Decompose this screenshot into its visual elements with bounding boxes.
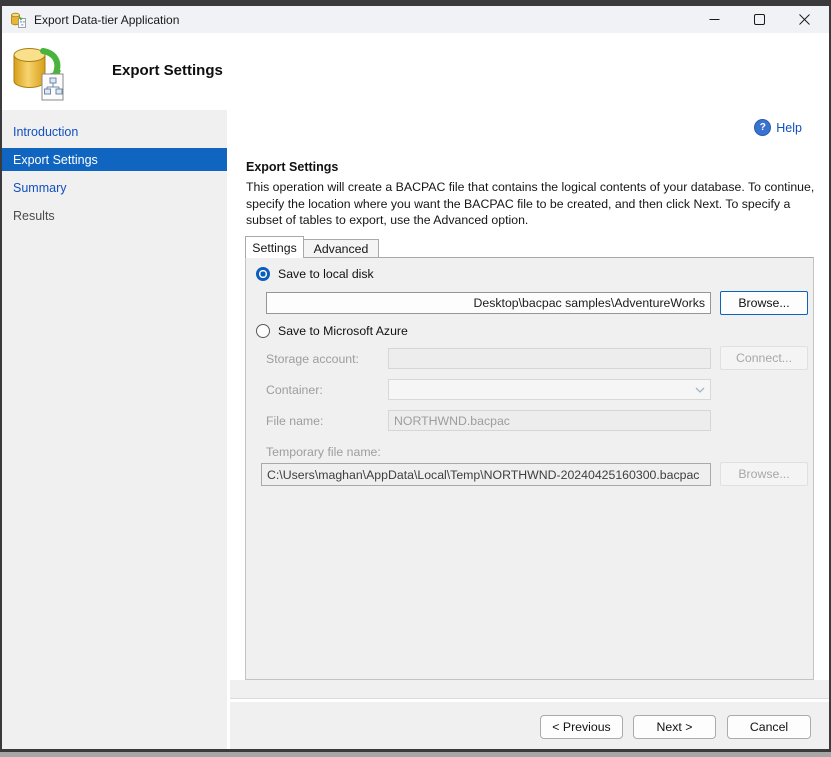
help-icon: ?	[754, 119, 771, 136]
file-name-input: NORTHWND.bacpac	[388, 410, 711, 431]
temporary-browse-button: Browse...	[720, 462, 808, 486]
local-path-value: Desktop\bacpac samples\AdventureWorks	[474, 296, 705, 310]
window-shadow	[0, 752, 831, 757]
temporary-file-name-input: C:\Users\maghan\AppData\Local\Temp\NORTH…	[261, 463, 711, 486]
radio-label: Save to Microsoft Azure	[278, 324, 408, 338]
tab-advanced[interactable]: Advanced	[304, 239, 379, 258]
window-controls	[692, 6, 827, 33]
button-label: Connect...	[736, 351, 792, 365]
chevron-down-icon	[695, 387, 705, 393]
button-label: Cancel	[750, 720, 788, 734]
section-heading: Export Settings	[246, 160, 338, 174]
sidebar-item-label: Introduction	[13, 125, 78, 139]
container-label: Container:	[266, 383, 323, 397]
container-dropdown	[388, 379, 711, 400]
temporary-file-name-label: Temporary file name:	[266, 445, 381, 459]
radio-label: Save to local disk	[278, 267, 374, 281]
save-to-local-disk-radio[interactable]: Save to local disk	[256, 267, 374, 281]
radio-selected-icon	[256, 267, 270, 281]
file-name-value: NORTHWND.bacpac	[394, 414, 510, 428]
sidebar-item-label: Summary	[13, 181, 66, 195]
sidebar-item-label: Results	[13, 209, 55, 223]
wizard-page-content: ? Help Export Settings This operation wi…	[230, 110, 829, 749]
sidebar-item-summary[interactable]: Summary	[2, 177, 227, 199]
previous-button[interactable]: < Previous	[540, 715, 623, 739]
footer-divider	[230, 698, 829, 702]
temporary-file-name-value: C:\Users\maghan\AppData\Local\Temp\NORTH…	[267, 468, 699, 482]
next-button[interactable]: Next >	[633, 715, 716, 739]
tab-label: Advanced	[314, 242, 369, 256]
button-label: Browse...	[738, 467, 789, 481]
close-button[interactable]	[782, 6, 827, 33]
minimize-button[interactable]	[692, 6, 737, 33]
maximize-icon	[754, 14, 765, 25]
sidebar-item-label: Export Settings	[13, 153, 98, 167]
window-frame: Export Data-tier Application	[2, 6, 829, 749]
storage-account-input	[388, 348, 711, 369]
sidebar-item-results[interactable]: Results	[2, 205, 227, 227]
export-bacpac-icon	[10, 44, 68, 107]
help-label: Help	[776, 121, 802, 135]
sidebar-item-export-settings[interactable]: Export Settings	[2, 148, 227, 171]
app-database-export-icon	[10, 12, 27, 28]
titlebar: Export Data-tier Application	[2, 6, 829, 33]
close-icon	[799, 14, 810, 25]
radio-unselected-icon	[256, 324, 270, 338]
button-label: < Previous	[552, 720, 610, 734]
local-browse-button[interactable]: Browse...	[720, 291, 808, 315]
export-data-tier-application-window: Export Data-tier Application	[0, 0, 831, 757]
button-label: Next >	[657, 720, 693, 734]
help-link[interactable]: ? Help	[754, 119, 802, 136]
storage-account-label: Storage account:	[266, 352, 359, 366]
wizard-page-title: Export Settings	[112, 62, 223, 79]
tab-settings[interactable]: Settings	[245, 236, 304, 258]
connect-button: Connect...	[720, 346, 808, 370]
sidebar-item-introduction[interactable]: Introduction	[2, 121, 227, 143]
section-description: This operation will create a BACPAC file…	[246, 179, 820, 229]
wizard-header: Export Settings	[2, 33, 829, 110]
window-title: Export Data-tier Application	[34, 13, 179, 27]
maximize-button[interactable]	[737, 6, 782, 33]
button-label: Browse...	[738, 296, 789, 310]
local-path-input[interactable]: Desktop\bacpac samples\AdventureWorks	[266, 292, 711, 314]
tab-label: Settings	[252, 241, 296, 255]
settings-tab-panel: Save to local disk Desktop\bacpac sample…	[245, 257, 814, 680]
wizard-steps-sidebar: Introduction Export Settings Summary Res…	[2, 110, 227, 749]
minimize-icon	[709, 14, 720, 25]
file-name-label: File name:	[266, 414, 323, 428]
save-to-azure-radio[interactable]: Save to Microsoft Azure	[256, 324, 408, 338]
cancel-button[interactable]: Cancel	[727, 715, 811, 739]
